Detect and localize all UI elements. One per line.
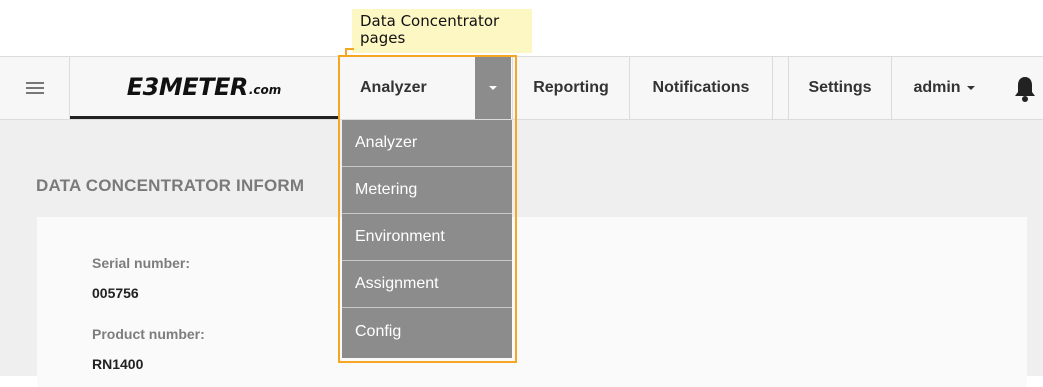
dropdown-item-metering[interactable]: Metering	[342, 167, 512, 214]
dropdown-item-label: Config	[355, 322, 402, 340]
hamburger-icon	[25, 79, 44, 97]
annotation-callout: Data Concentrator pages	[352, 9, 532, 53]
nav-settings-label: Settings	[808, 79, 872, 96]
dropdown-item-config[interactable]: Config	[342, 308, 512, 355]
product-number-label: Product number:	[92, 326, 205, 342]
serial-number-value: 005756	[92, 285, 139, 301]
analyzer-dropdown-toggle[interactable]	[475, 57, 511, 119]
nav-user-label: admin	[913, 79, 961, 96]
menu-toggle-button[interactable]	[0, 57, 70, 119]
brand-logo[interactable]: E3METER .com	[70, 57, 338, 119]
nav-separator	[773, 57, 789, 119]
analyzer-dropdown-menu: Analyzer Metering Environment Assignment…	[342, 120, 512, 358]
brand-domain: .com	[248, 83, 282, 97]
brand-name: E3METER	[126, 72, 249, 101]
info-card: Serial number: 005756 Product number: RN…	[37, 217, 1027, 387]
chevron-down-icon	[489, 86, 497, 90]
dropdown-item-label: Analyzer	[355, 134, 418, 151]
dropdown-item-environment[interactable]: Environment	[342, 214, 512, 261]
dropdown-item-analyzer[interactable]: Analyzer	[342, 120, 512, 167]
chevron-down-icon	[966, 86, 975, 90]
bell-icon[interactable]	[1010, 73, 1040, 103]
dropdown-item-label: Metering	[355, 181, 418, 198]
nav-reporting-label: Reporting	[533, 79, 609, 96]
nav-settings[interactable]: Settings	[789, 57, 892, 119]
callout-connector	[345, 48, 354, 56]
serial-number-label: Serial number:	[92, 255, 191, 271]
product-number-value: RN1400	[92, 356, 144, 372]
nav-notifications-label: Notifications	[652, 79, 750, 96]
nav-reporting[interactable]: Reporting	[512, 57, 630, 119]
dropdown-item-label: Environment	[355, 228, 445, 245]
page-content: DATA CONCENTRATOR INFORM Serial number: …	[0, 120, 1043, 387]
callout-text-line2: pages	[360, 29, 406, 47]
nav-user-menu[interactable]: admin	[892, 57, 996, 119]
dropdown-item-label: Assignment	[355, 275, 439, 292]
section-title: DATA CONCENTRATOR INFORM	[36, 176, 305, 195]
nav-analyzer-label: Analyzer	[360, 79, 427, 96]
callout-text-line1: Data Concentrator	[360, 12, 500, 30]
nav-analyzer[interactable]: Analyzer	[338, 57, 475, 119]
top-navbar: E3METER .com Analyzer Reporting Notifica…	[0, 56, 1043, 120]
dropdown-item-assignment[interactable]: Assignment	[342, 261, 512, 308]
nav-notifications[interactable]: Notifications	[630, 57, 773, 119]
